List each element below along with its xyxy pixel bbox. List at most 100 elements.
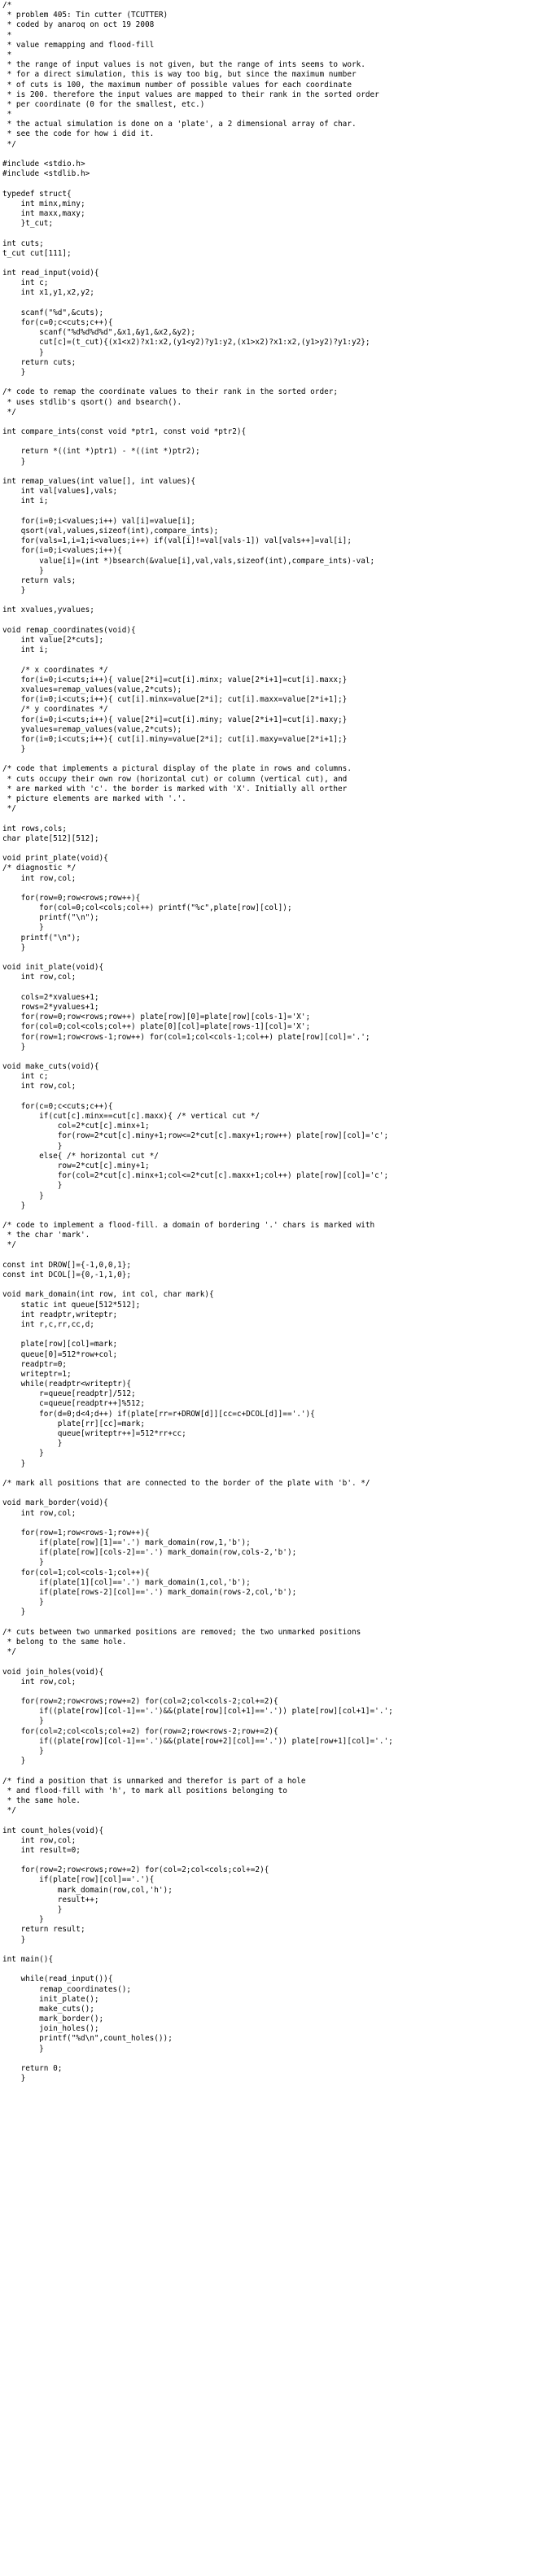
- code-line: for(col=2;col<cols;col+=2) for(row=2;row…: [2, 1726, 278, 1736]
- code-line: int row,col;: [2, 873, 77, 883]
- code-line: init_plate();: [2, 1994, 99, 2004]
- code-line: cols=2*xvalues+1;: [2, 992, 99, 1002]
- code-line: }: [2, 745, 26, 754]
- code-line: }: [2, 1747, 44, 1756]
- code-line: #include <stdlib.h>: [2, 169, 90, 179]
- code-line: * value remapping and flood-fill: [2, 40, 155, 50]
- code-line: if(plate[1][col]=='.') mark_domain(1,col…: [2, 1577, 251, 1587]
- code-line: if(plate[row][col]=='.'){: [2, 1875, 155, 1885]
- code-line: make_cuts();: [2, 2004, 94, 2014]
- code-line: return vals;: [2, 575, 77, 585]
- code-line: for(i=0;i<cuts;i++){ cut[i].minx=value[2…: [2, 695, 348, 705]
- code-line: return result;: [2, 1925, 85, 1935]
- code-line: }: [2, 457, 26, 466]
- code-line: }: [2, 1756, 26, 1766]
- code-line: int count_holes(void){: [2, 1826, 104, 1835]
- code-line: for(row=0;row<rows;row++){: [2, 893, 141, 903]
- code-line: if(plate[rows-2][col]=='.') mark_domain(…: [2, 1588, 297, 1597]
- code-line: int rows,cols;: [2, 824, 68, 833]
- code-line: int minx,miny;: [2, 199, 85, 208]
- code-line: /* find a position that is unmarked and …: [2, 1776, 306, 1786]
- code-line: writeptr=1;: [2, 1369, 72, 1379]
- code-line: * the actual simulation is done on a 'pl…: [2, 120, 357, 129]
- code-line: }: [2, 1449, 44, 1459]
- code-line: }: [2, 1141, 63, 1151]
- code-line: * problem 405: Tin cutter (TCUTTER): [2, 11, 168, 20]
- code-line: }: [2, 1439, 63, 1449]
- code-line: scanf("%d%d%d%d",&x1,&y1,&x2,&y2);: [2, 328, 196, 338]
- code-line: }: [2, 2074, 26, 2084]
- code-line: /* diagnostic */: [2, 864, 77, 873]
- code-line: /* x coordinates */: [2, 665, 108, 675]
- code-line: r=queue[readptr]/512;: [2, 1389, 136, 1399]
- code-line: typedef struct{: [2, 189, 72, 199]
- code-line: void remap_coordinates(void){: [2, 625, 136, 635]
- code-line: for(i=0;i<cuts;i++){ value[2*i]=cut[i].m…: [2, 715, 348, 724]
- code-line: join_holes();: [2, 2024, 99, 2034]
- code-line: }: [2, 923, 44, 933]
- code-line: }: [2, 348, 44, 357]
- code-line: while(read_input()){: [2, 1975, 113, 1984]
- code-line: const int DCOL[]={0,-1,1,0};: [2, 1271, 132, 1279]
- code-line: int x1,y1,x2,y2;: [2, 288, 94, 298]
- code-line: printf("%d\n",count_holes());: [2, 2034, 173, 2044]
- code-line: /* mark all positions that are connected…: [2, 1478, 370, 1488]
- code-line: * of cuts is 100, the maximum number of …: [2, 80, 352, 90]
- code-line: int compare_ints(const void *ptr1, const…: [2, 427, 247, 437]
- code-line: void mark_domain(int row, int col, char …: [2, 1290, 214, 1300]
- code-line: *: [2, 30, 12, 40]
- code-line: */: [2, 407, 16, 417]
- code-line: /*: [2, 1, 12, 10]
- code-line: mark_domain(row,col,'h');: [2, 1885, 173, 1895]
- code-line: * for a direct simulation, this is way t…: [2, 70, 357, 80]
- code-line: int cuts;: [2, 238, 44, 248]
- code-line: int xvalues,yvalues;: [2, 606, 94, 615]
- code-line: int readptr,writeptr;: [2, 1310, 118, 1319]
- code-line: * per coordinate (0 for the smallest, et…: [2, 99, 205, 109]
- code-line: plate[row][col]=mark;: [2, 1340, 118, 1349]
- code-line: int main(){: [2, 1954, 54, 1964]
- code-line: queue[0]=512*row+col;: [2, 1349, 118, 1359]
- code-line: }: [2, 1717, 44, 1726]
- code-line: if((plate[row][col-1]=='.')&&(plate[row+…: [2, 1736, 393, 1746]
- code-line: }: [2, 1558, 44, 1568]
- code-line: */: [2, 1240, 16, 1250]
- code-line: * the range of input values is not given…: [2, 60, 365, 70]
- code-line: */: [2, 1806, 16, 1816]
- code-line: }: [2, 2044, 44, 2053]
- code-line: }: [2, 586, 26, 596]
- code-line: #include <stdio.h>: [2, 160, 85, 168]
- code-line: * are marked with 'c'. the border is mar…: [2, 784, 348, 794]
- code-line: }: [2, 1042, 26, 1052]
- code-line: */: [2, 1647, 16, 1657]
- code-line: printf("\n");: [2, 913, 99, 923]
- code-line: for(i=0;i<cuts;i++){ value[2*i]=cut[i].m…: [2, 675, 348, 684]
- code-line: int val[values],vals;: [2, 487, 118, 496]
- code-line: }t_cut;: [2, 219, 54, 229]
- code-line: int row,col;: [2, 1508, 77, 1518]
- code-line: if(cut[c].minx==cut[c].maxx){ /* vertica…: [2, 1112, 260, 1121]
- code-line: }: [2, 566, 44, 575]
- code-line: for(row=2;row<rows;row+=2) for(col=2;col…: [2, 1865, 269, 1875]
- code-line: int maxx,maxy;: [2, 208, 85, 218]
- code-line: xvalues=remap_values(value,2*cuts);: [2, 684, 182, 694]
- code-line: rows=2*yvalues+1;: [2, 1002, 99, 1012]
- code-line: /* code that implements a pictural displ…: [2, 764, 352, 774]
- code-line: * uses stdlib's qsort() and bsearch().: [2, 397, 182, 407]
- code-line: return cuts;: [2, 357, 77, 367]
- code-line: /* y coordinates */: [2, 705, 108, 715]
- code-line: * the char 'mark'.: [2, 1231, 90, 1240]
- code-line: for(col=1;col<cols-1;col++){: [2, 1568, 150, 1577]
